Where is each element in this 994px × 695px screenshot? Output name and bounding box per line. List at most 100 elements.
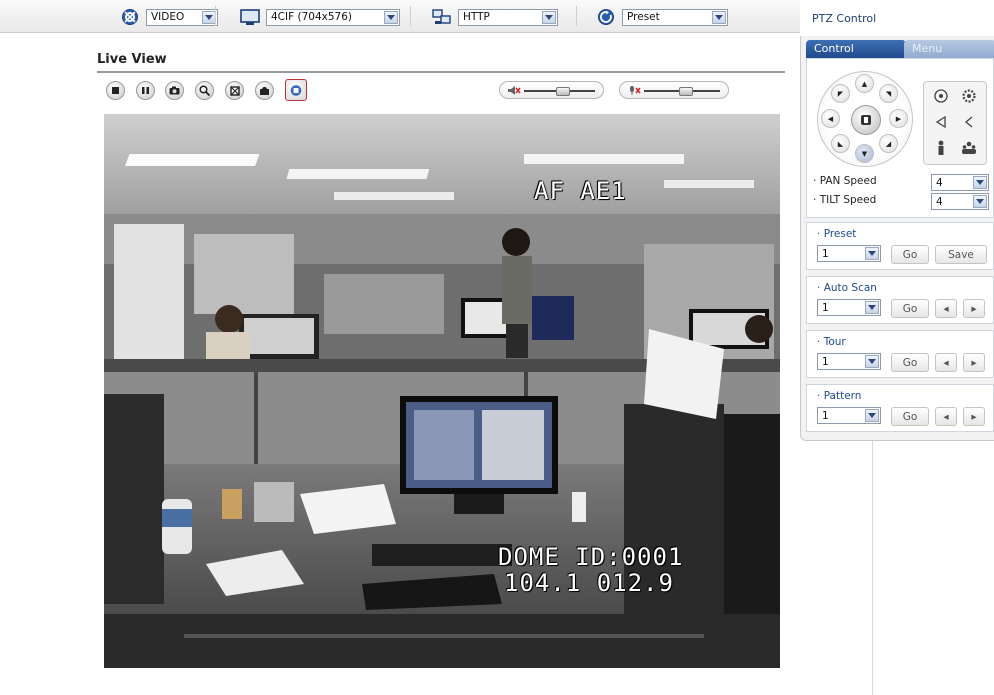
tour-label-row: · Tour xyxy=(817,336,846,348)
tilt-speed-label-row: · TILT Speed xyxy=(813,194,877,206)
pan-speed-label: PAN Speed xyxy=(819,175,877,187)
preset-select[interactable]: Preset xyxy=(622,8,728,26)
mic-volume-slider[interactable] xyxy=(619,81,729,99)
live-video-feed[interactable]: AF AE1 DOME ID:0001 104.1 012.9 xyxy=(104,114,780,668)
top-toolbar: VIDEO 4CIF (704x576) HTTP Preset xyxy=(0,0,800,33)
camera-scene xyxy=(104,114,780,668)
resolution-select-value: 4CIF (704x576) xyxy=(271,11,352,23)
group-icon xyxy=(962,141,976,154)
autoscan-number-select[interactable]: 1 xyxy=(817,299,881,316)
chevron-down-icon xyxy=(865,355,879,368)
preset-label-row: · Preset xyxy=(817,228,857,240)
speaker-volume-slider[interactable] xyxy=(499,81,604,99)
down-right-button[interactable]: ◢ xyxy=(879,134,898,153)
triangle-left-icon xyxy=(935,115,946,129)
chevron-down-icon xyxy=(865,301,879,314)
chevron-down-icon xyxy=(202,10,216,24)
focus-far-button[interactable] xyxy=(957,86,981,106)
preset-go-button[interactable]: Go xyxy=(891,245,929,264)
autoscan-go-button[interactable]: Go xyxy=(891,299,929,318)
preset-save-button[interactable]: Save xyxy=(935,245,987,264)
tour-label: Tour xyxy=(823,336,846,348)
fullscreen-button[interactable] xyxy=(225,81,244,100)
home-button[interactable] xyxy=(851,105,881,135)
pattern-go-button[interactable]: Go xyxy=(891,407,929,426)
speaker-knob[interactable] xyxy=(556,87,571,96)
chevron-down-icon xyxy=(384,10,398,24)
tilt-up-button[interactable]: ▲ xyxy=(855,74,874,93)
chevron-down-icon xyxy=(542,10,556,24)
tab-menu[interactable]: Menu xyxy=(904,40,994,58)
protocol-select[interactable]: HTTP xyxy=(458,8,558,26)
autoscan-prev-button[interactable]: ◂ xyxy=(935,299,957,318)
pattern-number-select[interactable]: 1 xyxy=(817,407,881,424)
chevron-down-icon xyxy=(973,195,987,208)
record-icon xyxy=(260,86,269,95)
mic-knob[interactable] xyxy=(679,87,694,96)
zoom-button[interactable] xyxy=(195,81,214,100)
focus-near-button[interactable] xyxy=(929,86,953,106)
pattern-next-button[interactable]: ▸ xyxy=(963,407,985,426)
stop-button[interactable] xyxy=(106,81,125,100)
pan-left-button[interactable]: ◀ xyxy=(821,109,840,128)
tour-go-button[interactable]: Go xyxy=(891,353,929,372)
tilt-speed-label: TILT Speed xyxy=(819,194,877,206)
divider xyxy=(97,71,785,73)
zoom-tele-button[interactable] xyxy=(929,138,953,158)
video-source-icon xyxy=(120,8,140,26)
tour-prev-button[interactable]: ◂ xyxy=(935,353,957,372)
video-select[interactable]: VIDEO xyxy=(146,8,218,26)
osd-coordinates: 104.1 012.9 xyxy=(504,569,674,597)
zoom-wide-button[interactable] xyxy=(957,138,981,158)
divider xyxy=(872,440,873,695)
pan-speed-label-row: · PAN Speed xyxy=(813,175,877,187)
pan-speed-select[interactable]: 4 xyxy=(931,174,989,191)
up-left-button[interactable]: ◤ xyxy=(831,84,850,103)
ptz-icon xyxy=(290,84,302,96)
protocol-select-value: HTTP xyxy=(463,11,490,23)
preset-label: Preset xyxy=(823,228,857,240)
pan-right-button[interactable]: ▶ xyxy=(889,109,908,128)
tour-next-button[interactable]: ▸ xyxy=(963,353,985,372)
gear-icon xyxy=(962,89,976,103)
pause-button[interactable] xyxy=(136,81,155,100)
up-right-button[interactable]: ◥ xyxy=(879,84,898,103)
pattern-label: Pattern xyxy=(823,390,862,402)
iris-open-button[interactable] xyxy=(957,112,981,132)
live-view-controls xyxy=(97,75,785,107)
autoscan-label-row: · Auto Scan xyxy=(817,282,877,294)
lens-controls xyxy=(923,81,987,165)
autoscan-next-button[interactable]: ▸ xyxy=(963,299,985,318)
resolution-group: 4CIF (704x576) xyxy=(240,7,400,27)
tour-box: · Tour 1 Go ◂ ▸ xyxy=(806,330,994,378)
ptz-home-icon xyxy=(861,115,871,125)
autoscan-box: · Auto Scan 1 Go ◂ ▸ xyxy=(806,276,994,324)
network-icon xyxy=(432,8,452,26)
resolution-select[interactable]: 4CIF (704x576) xyxy=(266,8,400,26)
autoscan-label: Auto Scan xyxy=(823,282,877,294)
fullscreen-icon xyxy=(229,85,240,96)
tour-number-select[interactable]: 1 xyxy=(817,353,881,370)
preset-select-value: Preset xyxy=(627,11,660,23)
pause-icon xyxy=(142,87,149,94)
flower-icon xyxy=(934,89,948,103)
snapshot-button[interactable] xyxy=(165,81,184,100)
tab-control[interactable]: Control xyxy=(806,40,906,58)
iris-close-button[interactable] xyxy=(929,112,953,132)
tilt-down-button[interactable]: ▼ xyxy=(855,144,874,163)
preset-number-select[interactable]: 1 xyxy=(817,245,881,262)
mic-muted-icon xyxy=(630,86,641,95)
record-button[interactable] xyxy=(255,81,274,100)
ptz-toggle-button[interactable] xyxy=(285,79,307,101)
pattern-label-row: · Pattern xyxy=(817,390,862,402)
ptz-tabs: Control Menu xyxy=(806,40,994,58)
tilt-speed-select[interactable]: 4 xyxy=(931,193,989,210)
preset-box: · Preset 1 Go Save xyxy=(806,222,994,270)
osd-dome-id: DOME ID:0001 xyxy=(498,543,684,571)
chevron-down-icon xyxy=(865,247,879,260)
pattern-prev-button[interactable]: ◂ xyxy=(935,407,957,426)
person-icon xyxy=(938,140,944,155)
down-left-button[interactable]: ◣ xyxy=(831,134,850,153)
tilt-speed-value: 4 xyxy=(936,195,943,208)
camera-icon xyxy=(169,86,180,95)
